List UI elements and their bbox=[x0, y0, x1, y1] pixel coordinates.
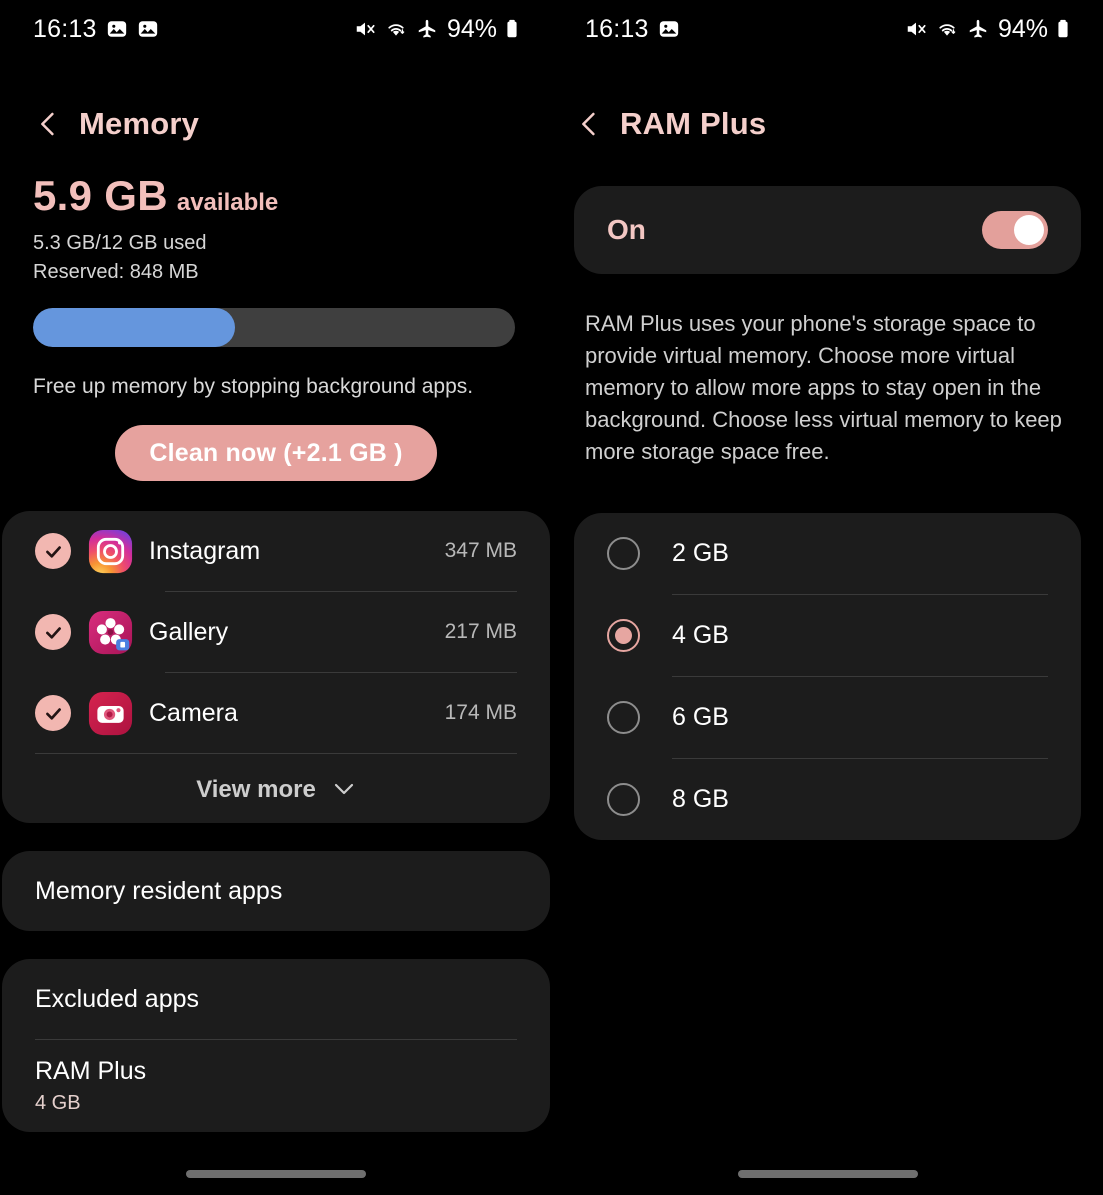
airplane-mode-icon bbox=[416, 18, 438, 40]
status-bar-right: 16:13 94% bbox=[552, 0, 1103, 58]
ram-plus-header: RAM Plus bbox=[552, 58, 1103, 154]
memory-resident-apps-label: Memory resident apps bbox=[35, 876, 283, 905]
memory-available-label: available bbox=[176, 189, 279, 216]
status-bar-clock: 16:13 bbox=[585, 14, 649, 43]
navigation-bar-right bbox=[552, 1153, 1103, 1195]
ram-plus-panel: 16:13 94% RAM Plus On RAM Plus uses your… bbox=[552, 0, 1103, 1195]
status-bar-left-group: 16:13 bbox=[33, 15, 159, 44]
ram-plus-label: RAM Plus bbox=[35, 1057, 147, 1085]
chevron-down-icon bbox=[332, 776, 356, 804]
clean-now-button[interactable]: Clean now (+2.1 GB ) bbox=[115, 425, 437, 481]
memory-used-line: 5.3 GB/12 GB used bbox=[33, 232, 207, 254]
radio-option-6gb[interactable]: 6 GB bbox=[574, 677, 1081, 758]
status-bar-right-group: 94% bbox=[354, 15, 519, 44]
memory-summary: 5.9 GB available 5.3 GB/12 GB used Reser… bbox=[0, 172, 552, 481]
radio-button[interactable] bbox=[607, 701, 640, 735]
image-icon bbox=[658, 18, 680, 40]
memory-panel: 16:13 94% Memory 5.9 GB available 5.3 GB… bbox=[0, 0, 552, 1195]
table-row[interactable]: Instagram 347 MB bbox=[2, 511, 550, 591]
back-chevron-icon[interactable] bbox=[33, 109, 63, 139]
instagram-icon bbox=[88, 529, 133, 574]
memory-usage-bar-fill bbox=[33, 308, 236, 347]
view-more-label: View more bbox=[196, 776, 316, 803]
navigation-bar-left bbox=[0, 1153, 552, 1195]
wifi-icon bbox=[384, 18, 408, 40]
radio-option-label: 4 GB bbox=[672, 621, 729, 650]
battery-icon bbox=[1056, 18, 1070, 40]
view-more-button[interactable]: View more bbox=[2, 754, 550, 826]
battery-percent-label: 94% bbox=[446, 14, 497, 43]
airplane-mode-icon bbox=[967, 18, 989, 40]
list-item-ram-plus[interactable]: RAM Plus 4 GB bbox=[35, 1040, 517, 1132]
memory-header: Memory bbox=[0, 58, 552, 154]
checkbox-checked-icon[interactable] bbox=[35, 695, 71, 731]
image-icon bbox=[106, 18, 128, 40]
app-name: Instagram bbox=[149, 536, 261, 565]
ram-plus-toggle-switch[interactable] bbox=[982, 211, 1048, 249]
app-size: 217 MB bbox=[444, 620, 517, 643]
memory-available: 5.9 GB available bbox=[33, 172, 519, 220]
radio-option-8gb[interactable]: 8 GB bbox=[574, 759, 1081, 840]
mute-icon bbox=[905, 18, 927, 40]
radio-button[interactable] bbox=[607, 783, 640, 817]
list-item[interactable]: Memory resident apps bbox=[35, 851, 517, 931]
clean-now-wrapper: Clean now (+2.1 GB ) bbox=[33, 425, 519, 481]
home-gesture-pill[interactable] bbox=[186, 1170, 366, 1178]
app-list-card: Instagram 347 MB Gallery 217 MB Camera 1… bbox=[2, 511, 550, 823]
radio-button-selected[interactable] bbox=[607, 619, 640, 653]
toggle-state-label: On bbox=[607, 214, 646, 245]
memory-reserved-line: Reserved: 848 MB bbox=[33, 261, 199, 283]
memory-usage-bar bbox=[33, 308, 515, 347]
app-size: 174 MB bbox=[444, 701, 517, 724]
app-name: Gallery bbox=[149, 617, 229, 646]
battery-icon bbox=[505, 18, 519, 40]
memory-available-value: 5.9 GB bbox=[33, 172, 168, 219]
dual-panel-screenshot: 16:13 94% Memory 5.9 GB available 5.3 GB… bbox=[0, 0, 1103, 1195]
ram-plus-description: RAM Plus uses your phone's storage space… bbox=[585, 311, 1062, 464]
ram-plus-options-card: 2 GB 4 GB 6 GB 8 GB bbox=[574, 513, 1081, 841]
ram-plus-value: 4 GB bbox=[35, 1092, 81, 1114]
status-bar-left-group: 16:13 bbox=[585, 15, 680, 44]
app-name: Camera bbox=[149, 698, 238, 727]
memory-resident-apps-card[interactable]: Memory resident apps bbox=[2, 851, 550, 931]
home-gesture-pill[interactable] bbox=[737, 1170, 918, 1178]
ram-plus-toggle-card[interactable]: On bbox=[574, 186, 1081, 274]
battery-percent-label: 94% bbox=[997, 14, 1048, 43]
app-size: 347 MB bbox=[444, 539, 517, 562]
excluded-apps-ram-plus-card: Excluded apps RAM Plus 4 GB bbox=[2, 959, 550, 1132]
radio-option-4gb[interactable]: 4 GB bbox=[574, 595, 1081, 676]
table-row[interactable]: Gallery 217 MB bbox=[2, 592, 550, 672]
checkbox-checked-icon[interactable] bbox=[35, 614, 71, 650]
wifi-icon bbox=[935, 18, 959, 40]
radio-option-label: 8 GB bbox=[672, 785, 729, 814]
gallery-icon bbox=[88, 610, 133, 655]
status-bar-clock: 16:13 bbox=[33, 14, 97, 43]
status-bar-left: 16:13 94% bbox=[0, 0, 552, 58]
list-item-excluded-apps[interactable]: Excluded apps bbox=[35, 959, 517, 1039]
checkbox-checked-icon[interactable] bbox=[35, 533, 71, 569]
radio-button[interactable] bbox=[607, 537, 640, 571]
radio-option-2gb[interactable]: 2 GB bbox=[574, 513, 1081, 594]
toggle-knob bbox=[1014, 215, 1044, 245]
back-chevron-icon[interactable] bbox=[574, 109, 604, 139]
radio-option-label: 6 GB bbox=[672, 703, 729, 732]
memory-hint-text: Free up memory by stopping background ap… bbox=[33, 375, 474, 398]
excluded-apps-label: Excluded apps bbox=[35, 984, 200, 1013]
table-row[interactable]: Camera 174 MB bbox=[2, 673, 550, 753]
image-icon bbox=[137, 18, 159, 40]
page-title: Memory bbox=[79, 106, 200, 141]
radio-option-label: 2 GB bbox=[672, 539, 729, 568]
status-bar-right-group: 94% bbox=[905, 15, 1070, 44]
page-title: RAM Plus bbox=[620, 106, 767, 141]
mute-icon bbox=[354, 18, 376, 40]
camera-icon bbox=[88, 691, 133, 736]
